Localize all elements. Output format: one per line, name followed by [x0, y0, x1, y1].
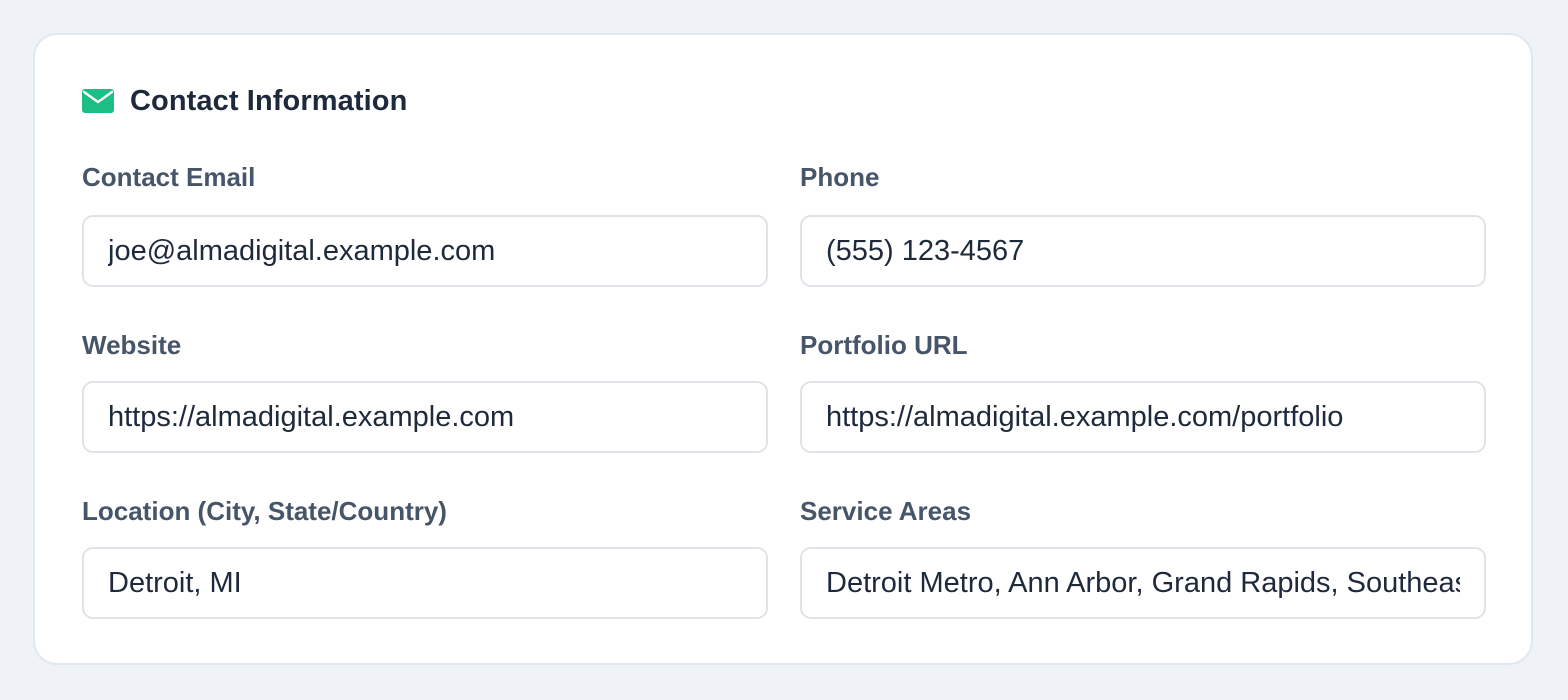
contact-email-input[interactable] — [82, 215, 768, 287]
mail-icon — [82, 89, 114, 113]
contact-email-group: Contact Email — [82, 161, 768, 287]
portfolio-url-label: Portfolio URL — [800, 330, 968, 360]
phone-group: Phone — [800, 161, 1486, 287]
website-group: Website — [82, 329, 768, 453]
contact-email-label: Contact Email — [82, 162, 256, 192]
service-areas-group: Service Areas — [800, 495, 1486, 619]
portfolio-url-group: Portfolio URL — [800, 329, 1486, 453]
section-header: Contact Information — [82, 83, 407, 119]
contact-information-card: Contact Information Contact Email Phone … — [33, 33, 1533, 665]
section-title: Contact Information — [130, 84, 408, 117]
portfolio-url-input[interactable] — [800, 381, 1486, 453]
phone-input[interactable] — [800, 215, 1486, 287]
website-label: Website — [82, 330, 182, 360]
service-areas-input[interactable] — [800, 547, 1486, 619]
location-group: Location (City, State/Country) — [82, 495, 768, 619]
location-label: Location (City, State/Country) — [82, 496, 447, 526]
location-input[interactable] — [82, 547, 768, 619]
service-areas-label: Service Areas — [800, 496, 972, 526]
phone-label: Phone — [800, 162, 880, 192]
website-input[interactable] — [82, 381, 768, 453]
